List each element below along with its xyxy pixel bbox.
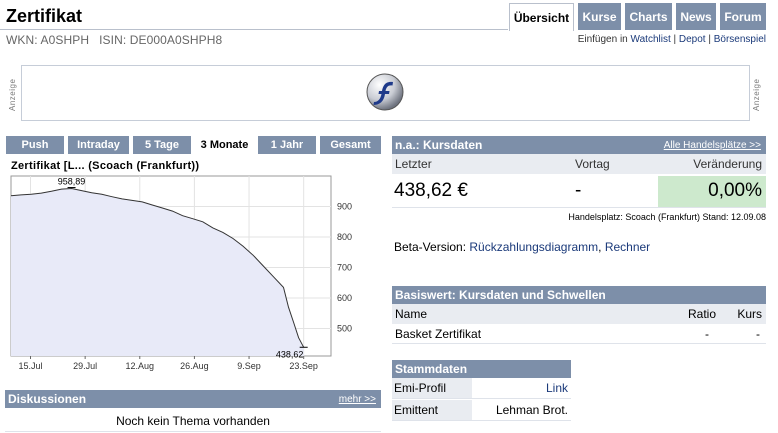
period-gesamt[interactable]: Gesamt <box>320 136 381 154</box>
basis-name: Basket Zertifikat <box>395 327 482 341</box>
x-tick-label: 23.Sep <box>289 361 318 371</box>
page-title: Zertifikat <box>6 6 83 26</box>
period-3-monate[interactable]: 3 Monate <box>195 136 254 154</box>
header-divider <box>0 29 508 30</box>
col-name: Name <box>395 307 428 321</box>
payoff-diagram-link[interactable]: Rückzahlungsdiagramm <box>469 240 598 254</box>
stamm-key: Emittent <box>392 400 472 420</box>
flash-icon <box>366 73 404 111</box>
calculator-link[interactable]: Rechner <box>605 240 650 254</box>
watchlist-link[interactable]: Watchlist <box>631 34 671 45</box>
kursdaten-values: 438,62 € - 0,00% <box>392 175 766 207</box>
tab-uebersicht[interactable]: Übersicht <box>509 3 574 31</box>
kursdaten-columns: Letzter Vortag Veränderung <box>392 154 766 174</box>
price-change: 0,00% <box>658 176 766 207</box>
isin-label: ISIN: DE000A0SHPH8 <box>99 33 223 47</box>
discussions-header: Diskussionen mehr >> <box>5 390 381 408</box>
boersenspiel-link[interactable]: Börsenspiel <box>714 34 766 45</box>
kursdaten-header: n.a.: Kursdaten Alle Handelsplätze >> <box>392 136 766 154</box>
period-1-jahr[interactable]: 1 Jahr <box>258 136 316 154</box>
table-row[interactable]: Basket Zertifikat - - <box>392 324 766 344</box>
emi-profil-link[interactable]: Link <box>546 381 568 395</box>
x-tick-label: 15.Jul <box>18 361 42 371</box>
col-ratio: Ratio <box>688 307 717 321</box>
period-intraday[interactable]: Intraday <box>68 136 129 154</box>
ad-label-left: Anzeige <box>8 78 17 112</box>
col-prev: Vortag <box>575 157 610 171</box>
y-tick-label: 600 <box>337 293 352 303</box>
exchange-info: Handelsplatz: Scoach (Frankfurt) Stand: … <box>568 212 766 222</box>
y-tick-label: 900 <box>337 202 352 212</box>
tab-news[interactable]: News <box>676 3 716 30</box>
chart-title: Zertifikat [L... (Scoach (Frankfurt)) <box>11 160 200 172</box>
add-to-links: Einfügen in Watchlist | Depot | Börsensp… <box>577 34 766 45</box>
discussions-empty: Noch kein Thema vorhanden <box>116 414 270 428</box>
beta-prefix: Beta-Version: <box>394 240 467 254</box>
col-last: Letzter <box>395 157 432 171</box>
emittent-value: Lehman Brot. <box>495 403 568 417</box>
x-tick-label: 26.Aug <box>180 361 209 371</box>
discussions-more-link[interactable]: mehr >> <box>339 394 376 405</box>
beta-separator: , <box>598 240 602 254</box>
beta-links: Beta-Version: Rückzahlungsdiagramm, Rech… <box>394 240 650 254</box>
stammdaten-header: Stammdaten <box>392 360 571 378</box>
links-prefix: Einfügen in <box>577 34 628 45</box>
basis-kurs: - <box>756 327 760 341</box>
last-label: 438,62 <box>276 349 304 359</box>
period-push[interactable]: Push <box>6 136 64 154</box>
tab-kurse[interactable]: Kurse <box>578 3 621 30</box>
basiswert-header: Basiswert: Kursdaten und Schwellen <box>392 286 766 304</box>
stamm-row-emittent: Emittent Lehman Brot. <box>392 400 571 421</box>
stamm-row-emi-profil: Emi-Profil Link <box>392 378 571 399</box>
discussions-divider <box>5 431 381 432</box>
stamm-key: Emi-Profil <box>392 378 472 398</box>
x-tick-label: 29.Jul <box>73 361 97 371</box>
x-tick-label: 9.Sep <box>237 361 261 371</box>
previous-price: - <box>575 180 582 201</box>
all-exchanges-link[interactable]: Alle Handelsplätze >> <box>664 140 761 151</box>
wkn-label: WKN: A0SHPH <box>6 33 90 47</box>
max-label: 958,89 <box>58 177 86 187</box>
discussions-title: Diskussionen <box>8 392 87 406</box>
x-tick-label: 12.Aug <box>126 361 155 371</box>
price-chart[interactable]: 15.Jul 29.Jul 12.Aug 26.Aug 9.Sep 23.Sep 500 60… <box>5 172 383 372</box>
last-price: 438,62 € <box>394 180 468 201</box>
depot-link[interactable]: Depot <box>679 34 706 45</box>
ad-label-right: Anzeige <box>752 78 761 112</box>
basis-ratio: - <box>705 327 709 341</box>
col-kurs: Kurs <box>737 307 762 321</box>
kursdaten-divider <box>392 207 766 208</box>
col-change: Veränderung <box>693 157 762 171</box>
y-tick-label: 500 <box>337 324 352 334</box>
period-5-tage[interactable]: 5 Tage <box>133 136 191 154</box>
y-tick-label: 800 <box>337 232 352 242</box>
kursdaten-title: n.a.: Kursdaten <box>395 138 483 152</box>
security-ids: WKN: A0SHPH ISIN: DE000A0SHPH8 <box>6 33 232 47</box>
y-tick-label: 700 <box>337 263 352 273</box>
basiswert-title: Basiswert: Kursdaten und Schwellen <box>395 288 606 302</box>
basiswert-columns: Name Ratio Kurs <box>392 304 766 324</box>
tab-forum[interactable]: Forum <box>720 3 766 30</box>
tab-charts[interactable]: Charts <box>625 3 672 30</box>
stammdaten-title: Stammdaten <box>395 362 468 376</box>
